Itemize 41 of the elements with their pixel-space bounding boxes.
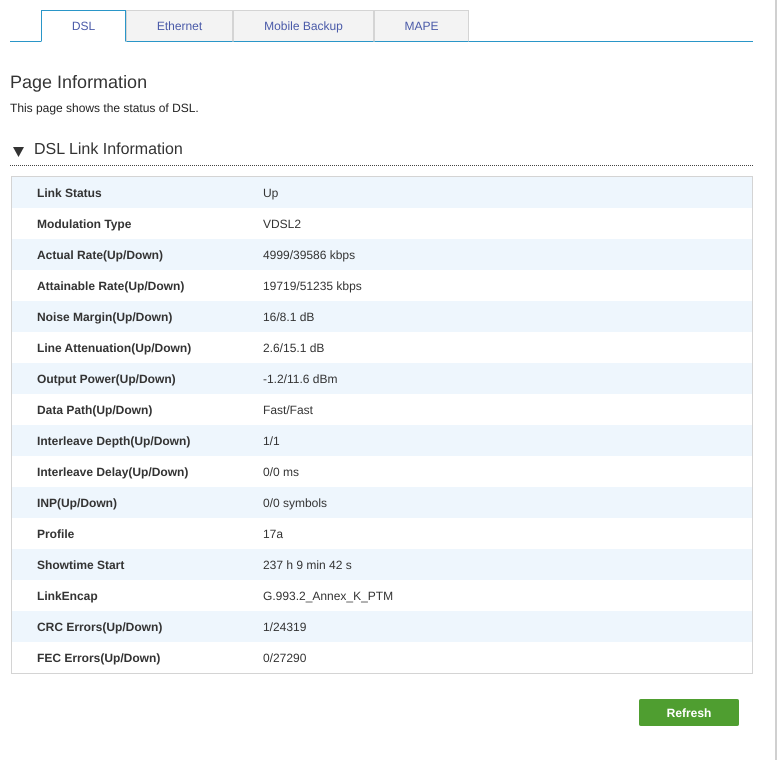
row-label: Line Attenuation(Up/Down): [36, 340, 192, 354]
row-label: CRC Errors(Up/Down): [36, 620, 164, 634]
page-title: Page Information: [10, 72, 148, 93]
row-value: 16/8.1 dB: [263, 310, 314, 324]
row-label: FEC Errors(Up/Down): [36, 650, 162, 664]
row-label: Showtime Start: [36, 558, 126, 572]
row-label: Link Status: [36, 186, 103, 200]
refresh-button[interactable]: Refresh: [639, 699, 739, 726]
row-label: LinkEncap: [36, 588, 99, 602]
row-value: VDSL2: [263, 216, 302, 230]
row-value: Up: [263, 186, 278, 200]
caret-icon[interactable]: [13, 146, 24, 156]
row-value: Fast/Fast: [263, 402, 314, 416]
row-value: 4999/39586 kbps: [263, 248, 356, 262]
row-label: Modulation Type: [36, 216, 132, 230]
row-value: 1/24319: [263, 620, 306, 634]
row-value: 0/0 symbols: [263, 496, 328, 510]
tab[interactable]: Ethernet: [126, 10, 233, 42]
row-label: Actual Rate(Up/Down): [36, 248, 164, 262]
section-title: DSL Link Information: [34, 141, 183, 159]
row-label: Noise Margin(Up/Down): [36, 310, 174, 324]
row-value: -1.2/11.6 dBm: [263, 372, 338, 386]
row-label: INP(Up/Down): [36, 496, 118, 510]
row-label: Attainable Rate(Up/Down): [36, 278, 186, 292]
row-value: G.993.2_Annex_K_PTM: [263, 588, 394, 602]
row-label: Interleave Depth(Up/Down): [36, 434, 192, 448]
row-label: Data Path(Up/Down): [36, 402, 154, 416]
row-value: 237 h 9 min 42 s: [263, 558, 352, 572]
row-value: 17a: [263, 526, 284, 540]
row-value: 19719/51235 kbps: [263, 278, 362, 292]
tab[interactable]: Mobile Backup: [233, 10, 374, 42]
row-value: 0/0 ms: [263, 464, 300, 478]
tab[interactable]: DSL: [41, 10, 126, 42]
row-label: Output Power(Up/Down): [36, 372, 177, 386]
row-value: 1/1: [263, 434, 280, 448]
row-label: Profile: [36, 526, 76, 540]
tab[interactable]: MAPE: [374, 10, 469, 42]
row-value: 0/27290: [263, 650, 306, 664]
row-label: Interleave Delay(Up/Down): [36, 464, 190, 478]
page-description: This page shows the status of DSL.: [10, 101, 200, 115]
row-value: 2.6/15.1 dB: [263, 340, 324, 354]
